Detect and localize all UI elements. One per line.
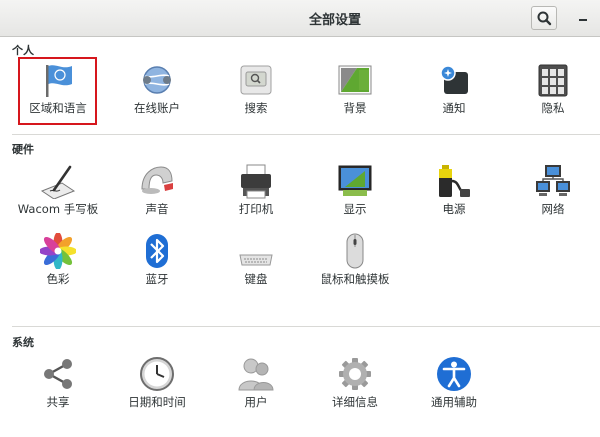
item-label: 网络 bbox=[541, 202, 565, 216]
share-icon bbox=[44, 359, 72, 389]
minimize-button[interactable] bbox=[572, 6, 594, 30]
item-label: 通知 bbox=[442, 101, 466, 115]
settings-item-mouse-touchpad[interactable]: 鼠标和触摸板 bbox=[309, 231, 401, 295]
wacom-tablet-icon bbox=[40, 165, 76, 199]
settings-item-network[interactable]: 网络 bbox=[507, 161, 599, 225]
settings-item-sharing[interactable]: 共享 bbox=[12, 354, 104, 418]
item-label: 背景 bbox=[343, 101, 367, 115]
settings-item-sound[interactable]: 声音 bbox=[111, 161, 203, 225]
clock-icon bbox=[140, 357, 174, 391]
item-label: 通用辅助 bbox=[431, 395, 477, 409]
header-bar: 全部设置 bbox=[0, 0, 600, 37]
item-label: 共享 bbox=[46, 395, 70, 409]
window-title: 全部设置 bbox=[308, 13, 361, 28]
settings-item-power[interactable]: 电源 bbox=[408, 161, 500, 225]
item-label: 鼠标和触摸板 bbox=[320, 272, 390, 286]
users-icon bbox=[238, 358, 274, 391]
display-icon bbox=[338, 165, 372, 196]
online-accounts-icon bbox=[143, 66, 171, 94]
item-label: 详细信息 bbox=[332, 395, 378, 409]
section-title-hardware: 硬件 bbox=[12, 143, 34, 156]
power-icon bbox=[439, 165, 470, 197]
item-label: 电源 bbox=[442, 202, 466, 216]
settings-item-date-time[interactable]: 日期和时间 bbox=[111, 354, 203, 418]
search-button[interactable] bbox=[531, 6, 557, 30]
item-label: 隐私 bbox=[541, 101, 565, 115]
mouse-icon bbox=[346, 233, 364, 269]
printer-icon bbox=[241, 164, 271, 199]
network-icon bbox=[536, 165, 570, 196]
item-label: 用户 bbox=[244, 395, 268, 409]
section-separator bbox=[12, 326, 600, 327]
notification-icon bbox=[440, 65, 468, 94]
bluetooth-icon bbox=[146, 234, 168, 268]
settings-item-wacom-tablet[interactable]: Wacom 手写板 bbox=[12, 161, 104, 225]
item-label: 打印机 bbox=[238, 202, 274, 216]
item-label: 蓝牙 bbox=[145, 272, 169, 286]
accessibility-icon bbox=[437, 357, 471, 391]
highlight-box bbox=[18, 57, 97, 125]
privacy-icon bbox=[538, 64, 568, 97]
gear-icon bbox=[339, 358, 371, 390]
section-title-system: 系统 bbox=[12, 336, 34, 349]
item-label: 搜索 bbox=[244, 101, 268, 115]
item-label: 色彩 bbox=[46, 272, 70, 286]
search-icon bbox=[537, 11, 552, 26]
item-label: 日期和时间 bbox=[128, 395, 186, 409]
settings-item-details[interactable]: 详细信息 bbox=[309, 354, 401, 418]
section-title-personal: 个人 bbox=[12, 44, 34, 57]
settings-item-search[interactable]: 搜索 bbox=[210, 60, 302, 124]
background-icon bbox=[338, 65, 372, 95]
settings-item-display[interactable]: 显示 bbox=[309, 161, 401, 225]
color-icon bbox=[40, 233, 76, 269]
search-icon bbox=[240, 65, 272, 95]
item-label: 声音 bbox=[145, 202, 169, 216]
settings-item-background[interactable]: 背景 bbox=[309, 60, 401, 124]
item-label: Wacom 手写板 bbox=[17, 202, 99, 216]
item-label: 在线账户 bbox=[134, 101, 180, 115]
settings-item-bluetooth[interactable]: 蓝牙 bbox=[111, 231, 203, 295]
settings-item-color[interactable]: 色彩 bbox=[12, 231, 104, 295]
item-label: 键盘 bbox=[244, 272, 268, 286]
settings-item-privacy[interactable]: 隐私 bbox=[507, 60, 599, 124]
keyboard-icon bbox=[239, 254, 273, 266]
settings-item-printer[interactable]: 打印机 bbox=[210, 161, 302, 225]
section-separator bbox=[12, 134, 600, 135]
settings-item-universal-access[interactable]: 通用辅助 bbox=[408, 354, 500, 418]
settings-item-keyboard[interactable]: 键盘 bbox=[210, 231, 302, 295]
settings-item-notifications[interactable]: 通知 bbox=[408, 60, 500, 124]
item-label: 显示 bbox=[343, 202, 367, 216]
settings-item-users[interactable]: 用户 bbox=[210, 354, 302, 418]
sound-icon bbox=[141, 166, 173, 194]
settings-item-online-accounts[interactable]: 在线账户 bbox=[111, 60, 203, 124]
